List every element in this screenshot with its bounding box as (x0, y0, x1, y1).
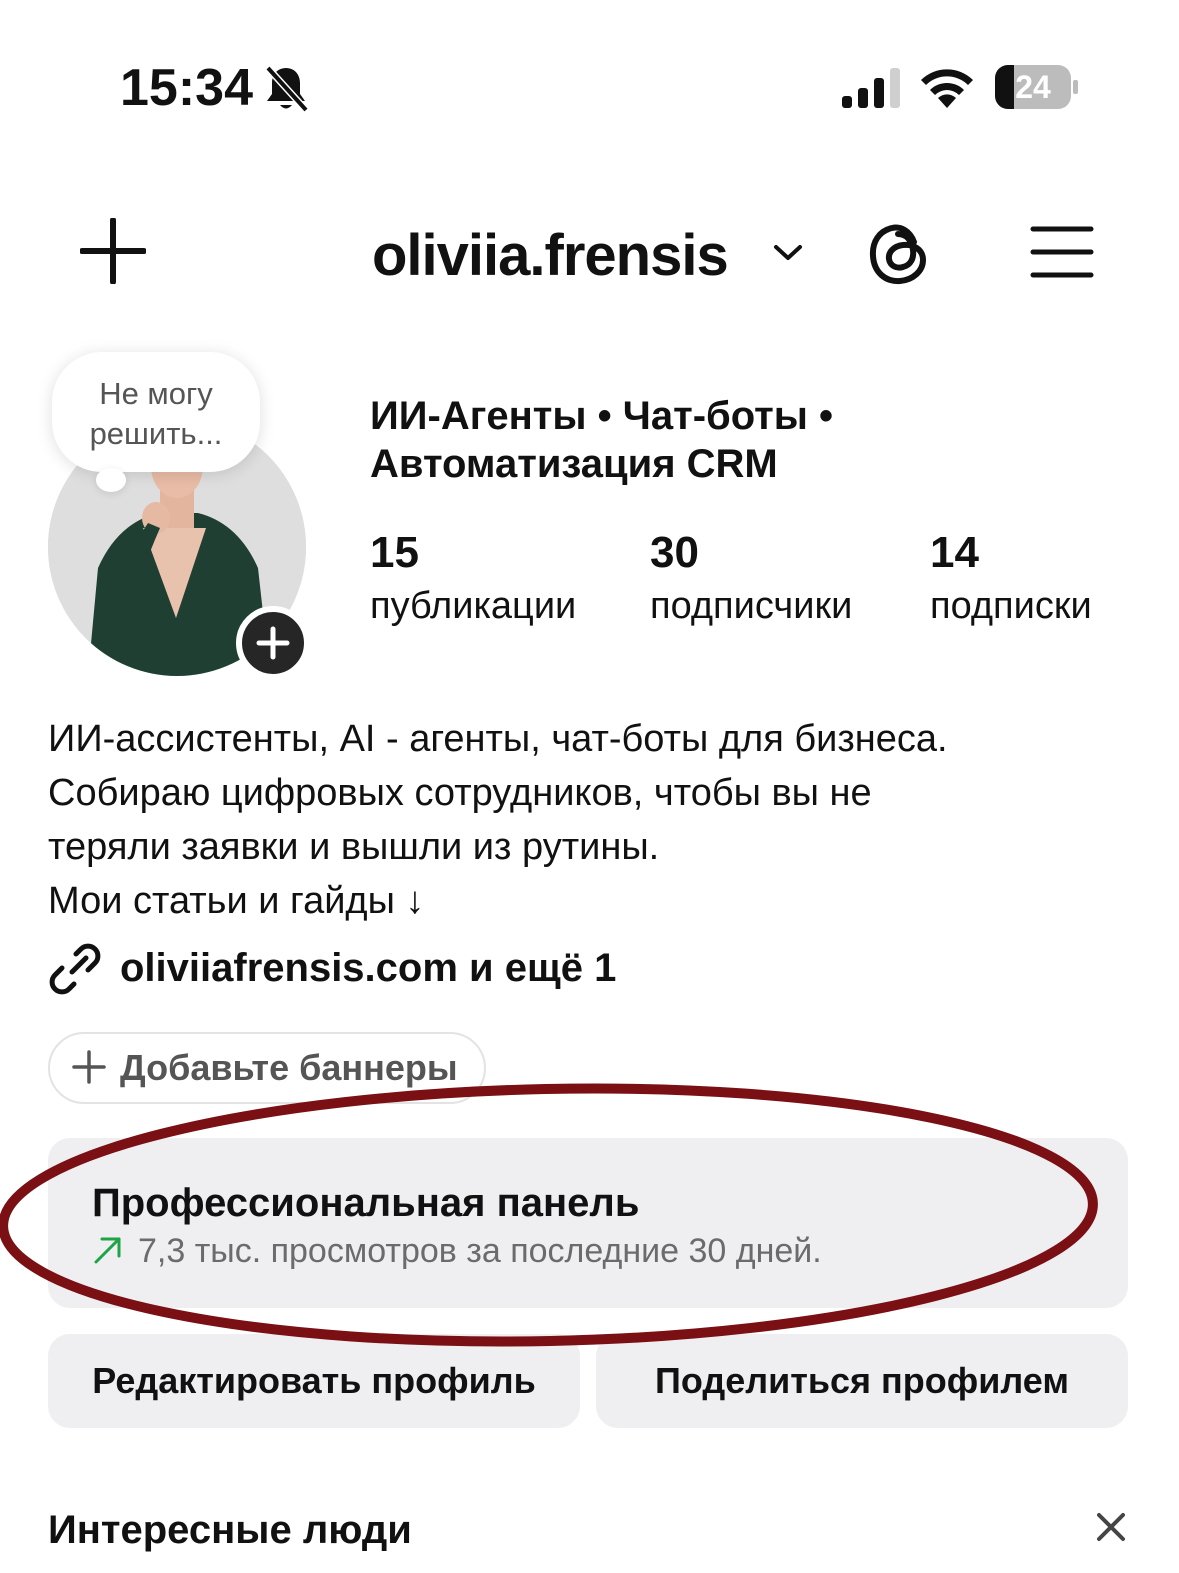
professional-dashboard-title: Профессиональная панель (92, 1181, 640, 1225)
profile-bio: ИИ-ассистенты, AI - агенты, чат-боты для… (48, 712, 1148, 928)
add-story-button[interactable] (236, 606, 310, 680)
link-icon (49, 943, 101, 995)
hamburger-menu-icon[interactable] (1030, 224, 1094, 280)
suggested-people-title: Интересные люди (48, 1508, 412, 1552)
thought-bubble-line-1: Не могу (99, 376, 213, 411)
chevron-down-icon[interactable] (772, 238, 804, 266)
cellular-signal-icon (842, 68, 900, 108)
plus-icon (256, 626, 290, 660)
stat-followers-value: 30 (650, 528, 699, 577)
status-time: 15:34 (120, 59, 253, 117)
bubble-tail (96, 468, 126, 492)
battery-indicator: 24 (994, 64, 1078, 110)
bio-line-4: Мои статьи и гайды ↓ (48, 880, 425, 922)
stat-following-label: подписки (930, 585, 1092, 627)
stat-posts[interactable]: 15 публикации (370, 526, 576, 632)
profile-link[interactable]: oliviiafrensis.com и ещё 1 (120, 942, 616, 994)
account-switcher-username[interactable]: oliviia.frensis (372, 222, 729, 289)
threads-icon[interactable] (868, 222, 930, 286)
stat-posts-label: публикации (370, 585, 577, 627)
trend-up-arrow-icon (94, 1237, 121, 1264)
profile-category: ИИ-Агенты • Чат-боты • Автоматизация CRM (370, 392, 1130, 488)
category-line-2: Автоматизация CRM (370, 442, 778, 486)
battery-level: 24 (1015, 69, 1051, 105)
edit-profile-button[interactable]: Редактировать профиль (48, 1334, 580, 1428)
bio-line-2: Собираю цифровых сотрудников, чтобы вы н… (48, 772, 872, 814)
bio-line-1: ИИ-ассистенты, AI - агенты, чат-боты для… (48, 718, 948, 760)
stat-posts-value: 15 (370, 528, 419, 577)
category-line-1: ИИ-Агенты • Чат-боты • (370, 394, 834, 438)
bell-muted-icon (265, 65, 309, 113)
bio-line-3: теряли заявки и вышли из рутины. (48, 826, 660, 868)
thought-bubble-line-2: решить... (89, 416, 223, 451)
stat-followers-label: подписчики (650, 585, 853, 627)
thought-bubble[interactable]: Не могу решить... (52, 352, 260, 472)
plus-icon (72, 1050, 106, 1084)
stat-following-value: 14 (930, 528, 979, 577)
share-profile-button[interactable]: Поделиться профилем (596, 1334, 1128, 1428)
stat-following[interactable]: 14 подписки (930, 526, 1092, 632)
stat-followers[interactable]: 30 подписчики (650, 526, 852, 632)
close-icon[interactable] (1096, 1512, 1126, 1542)
create-plus-icon[interactable] (80, 218, 146, 284)
wifi-icon (921, 69, 973, 108)
add-banners-label: Добавьте баннеры (120, 1047, 458, 1088)
professional-dashboard-views: 7,3 тыс. просмотров за последние 30 дней… (138, 1232, 822, 1270)
